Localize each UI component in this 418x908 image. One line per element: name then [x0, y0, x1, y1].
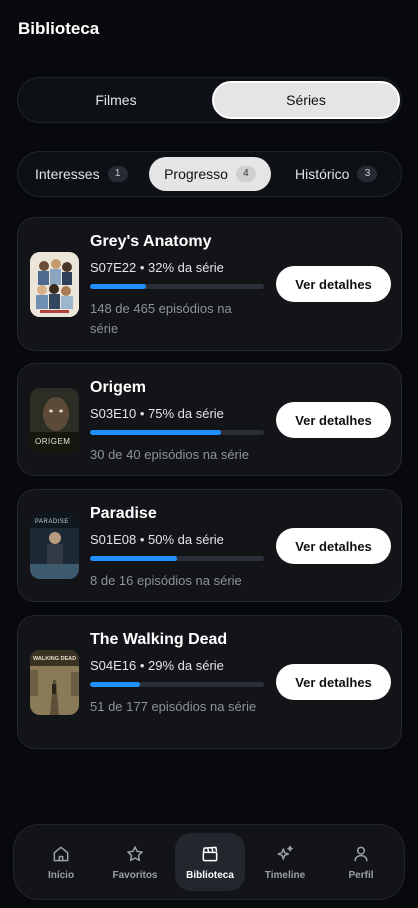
tab-count-badge: 3 [357, 166, 378, 182]
filter-tabs: Interesses 1 Progresso 4 Histórico 3 [17, 151, 402, 197]
user-icon [354, 846, 368, 861]
nav-label: Perfil [348, 869, 374, 881]
series-title: Paradise [90, 505, 157, 522]
poster-paradise: PARADISE [30, 514, 79, 579]
progress-bar [90, 682, 264, 687]
series-progress-meta: S01E08 • 50% da série [90, 532, 224, 547]
nav-label: Favoritos [112, 869, 158, 881]
progress-bar-fill [90, 284, 146, 289]
poster-greys-anatomy [30, 252, 79, 317]
home-icon [53, 846, 69, 861]
clapperboard-icon [202, 846, 218, 861]
poster-the-walking-dead: WALKING DEAD [30, 650, 79, 715]
segment-filmes[interactable]: Filmes [22, 81, 210, 119]
bottom-nav: Início Favoritos Biblioteca Timeline Per… [13, 824, 405, 900]
series-title: Grey's Anatomy [90, 233, 212, 250]
series-title: The Walking Dead [90, 631, 228, 648]
nav-biblioteca[interactable]: Biblioteca [175, 833, 245, 891]
progress-bar [90, 284, 264, 289]
episodes-count: 148 de 465 episódios na série [90, 301, 232, 336]
tab-historico[interactable]: Histórico 3 [295, 157, 378, 191]
episodes-count: 8 de 16 episódios na série [90, 573, 242, 588]
poster-text: PARADISE [35, 519, 69, 525]
progress-bar-fill [90, 682, 141, 687]
poster-text: WALKING DEAD [33, 656, 76, 662]
progress-bar [90, 556, 264, 561]
tab-interesses[interactable]: Interesses 1 [35, 157, 128, 191]
poster-origem: ORIGEM [30, 388, 79, 453]
series-card-paradise: PARADISE Paradise S01E08 • 50% da série … [17, 489, 402, 602]
episodes-count: 51 de 177 episódios na série [90, 699, 257, 714]
tab-label: Interesses [35, 166, 100, 182]
series-card-greys-anatomy: Grey's Anatomy S07E22 • 32% da série 148… [17, 217, 402, 351]
nav-label: Biblioteca [186, 869, 234, 881]
series-card-the-walking-dead: WALKING DEAD The Walking Dead S04E16 • 2… [17, 615, 402, 749]
star-icon [127, 845, 143, 861]
page-title: Biblioteca [18, 19, 100, 38]
tab-label: Histórico [295, 166, 350, 182]
episodes-count: 30 de 40 episódios na série [90, 447, 250, 462]
nav-inicio[interactable]: Início [26, 833, 96, 891]
tab-label: Progresso [164, 166, 228, 182]
progress-bar-fill [90, 430, 221, 435]
series-title: Origem [90, 379, 147, 396]
series-progress-meta: S04E16 • 29% da série [90, 658, 224, 673]
tab-progresso[interactable]: Progresso 4 [149, 157, 271, 191]
nav-perfil[interactable]: Perfil [326, 833, 396, 891]
series-progress-meta: S07E22 • 32% da série [90, 260, 224, 275]
details-button[interactable]: Ver detalhes [276, 528, 391, 564]
series-card-origem: ORIGEM Origem S03E10 • 75% da série 30 d… [17, 363, 402, 476]
media-type-segment: Filmes Séries [17, 77, 402, 123]
series-progress-meta: S03E10 • 75% da série [90, 406, 224, 421]
details-button[interactable]: Ver detalhes [276, 266, 391, 302]
tab-count-badge: 4 [235, 166, 256, 182]
sparkles-icon [277, 845, 293, 860]
tab-count-badge: 1 [107, 166, 128, 182]
details-button[interactable]: Ver detalhes [276, 664, 391, 700]
poster-text: ORIGEM [35, 437, 70, 446]
nav-timeline[interactable]: Timeline [250, 833, 320, 891]
nav-favoritos[interactable]: Favoritos [100, 833, 170, 891]
progress-bar-fill [90, 556, 177, 561]
details-button[interactable]: Ver detalhes [276, 402, 391, 438]
nav-label: Timeline [264, 869, 306, 881]
nav-label: Início [47, 869, 75, 881]
segment-series[interactable]: Séries [212, 81, 400, 119]
progress-bar [90, 430, 264, 435]
